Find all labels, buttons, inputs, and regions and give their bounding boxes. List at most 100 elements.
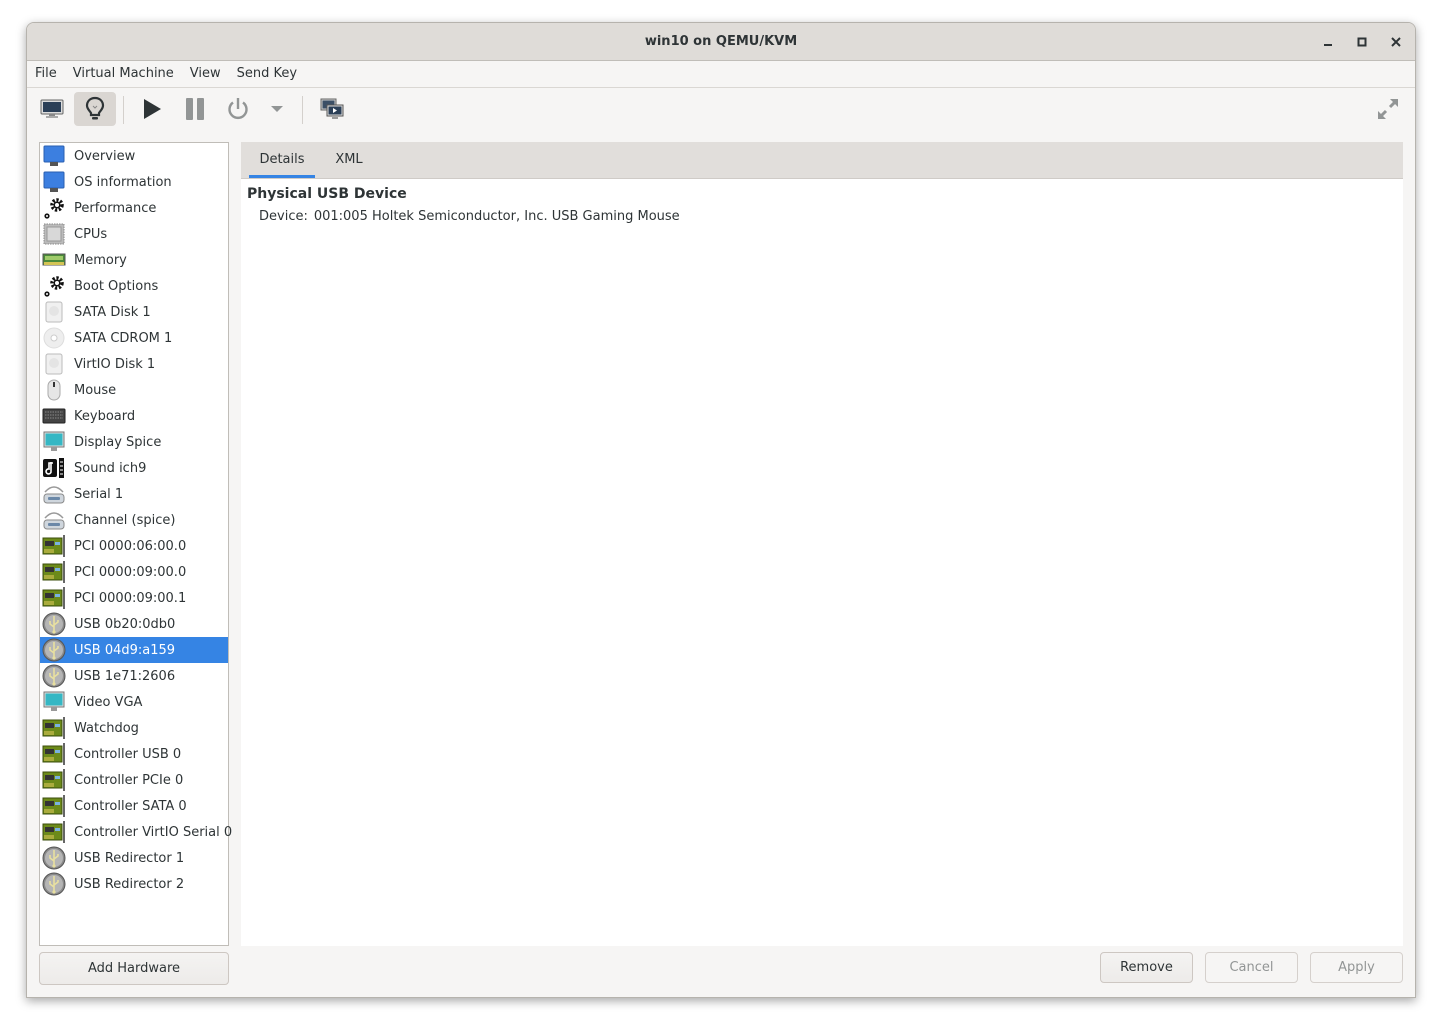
keyboard-icon [42,404,66,428]
gears-icon [42,274,66,298]
details-tabbar: Details XML [241,142,1403,179]
hardware-list-item[interactable]: Display Spice [40,429,228,455]
vm-details-window: win10 on QEMU/KVM File Virtual Machine V… [26,22,1416,998]
hardware-list-item-label: USB 04d9:a159 [74,642,176,658]
hardware-list-item[interactable]: Keyboard [40,403,228,429]
snapshots-icon [320,98,344,119]
hardware-list-item[interactable]: USB Redirector 2 [40,871,228,897]
hardware-list-item-label: Controller VirtIO Serial 0 [74,824,233,840]
device-value: 001:005 Holtek Semiconductor, Inc. USB G… [313,209,680,224]
sound-icon [42,456,66,480]
hardware-list-item-label: PCI 0000:09:00.1 [74,590,187,606]
hardware-list-item[interactable]: Controller VirtIO Serial 0 [40,819,232,845]
monitor-icon [42,144,66,168]
hardware-list-item-label: USB Redirector 2 [74,876,185,892]
menu-virtual-machine[interactable]: Virtual Machine [65,61,182,87]
hardware-list-item[interactable]: CPUs [40,221,228,247]
hardware-list-item[interactable]: PCI 0000:09:00.1 [40,585,228,611]
window-title: win10 on QEMU/KVM [644,34,798,49]
hardware-list-item[interactable]: Serial 1 [40,481,228,507]
menu-view[interactable]: View [182,61,229,87]
minimize-icon [1324,43,1332,46]
hardware-list-item[interactable]: USB 04d9:a159 [40,637,228,663]
hardware-list-item[interactable]: OS information [40,169,228,195]
serial-icon [42,508,66,532]
hardware-list-item[interactable]: PCI 0000:09:00.0 [40,559,228,585]
menu-send-key[interactable]: Send Key [229,61,305,87]
hardware-list-item-label: Boot Options [74,278,159,294]
usb-icon [42,638,66,662]
remove-button[interactable]: Remove [1100,952,1193,983]
cancel-button[interactable]: Cancel [1205,952,1298,983]
hardware-list-item[interactable]: USB Redirector 1 [40,845,228,871]
run-button[interactable] [131,92,173,126]
minimize-button[interactable] [1313,23,1343,60]
hardware-list-item[interactable]: USB 1e71:2606 [40,663,228,689]
display-icon [42,430,66,454]
shutdown-button[interactable] [217,92,259,126]
add-hardware-button[interactable]: Add Hardware [39,952,229,985]
hardware-list-item-label: Video VGA [74,694,143,710]
toolbar-separator [302,96,303,124]
hardware-list-item[interactable]: Sound ich9 [40,455,228,481]
toolbar-separator [123,96,124,124]
pci-card-icon [42,794,66,818]
hardware-list-item[interactable]: Mouse [40,377,228,403]
hardware-list-item-label: Display Spice [74,434,162,450]
hardware-list-item[interactable]: Channel (spice) [40,507,228,533]
hardware-list-item[interactable]: PCI 0000:06:00.0 [40,533,228,559]
maximize-button[interactable] [1347,23,1377,60]
hardware-list-item[interactable]: Performance [40,195,228,221]
fullscreen-button[interactable] [1367,92,1409,126]
hardware-list-item[interactable]: Controller SATA 0 [40,793,228,819]
hardware-list-item-label: CPUs [74,226,108,242]
pci-card-icon [42,586,66,610]
hardware-list-item[interactable]: USB 0b20:0db0 [40,611,228,637]
hardware-list-item-label: Performance [74,200,157,216]
pci-card-icon [42,560,66,584]
hardware-list-item-label: Overview [74,148,136,164]
tab-xml[interactable]: XML [323,142,375,178]
hardware-list-item-label: Controller PCIe 0 [74,772,184,788]
pci-card-icon [42,534,66,558]
pause-button[interactable] [174,92,216,126]
hardware-list-item-label: Keyboard [74,408,136,424]
hardware-list-item-label: Sound ich9 [74,460,147,476]
hardware-list-item-label: Serial 1 [74,486,124,502]
usb-icon [42,612,66,636]
titlebar[interactable]: win10 on QEMU/KVM [27,23,1415,61]
cpu-icon [42,222,66,246]
hardware-list-item-label: PCI 0000:09:00.0 [74,564,187,580]
hardware-list-item[interactable]: Boot Options [40,273,228,299]
snapshots-button[interactable] [311,92,353,126]
hardware-list-item[interactable]: Memory [40,247,228,273]
disk-icon [42,300,66,324]
cdrom-icon [42,326,66,350]
hardware-list-item[interactable]: Video VGA [40,689,228,715]
gears-icon [42,196,66,220]
hardware-list-item[interactable]: Controller USB 0 [40,741,228,767]
close-icon [1391,36,1401,47]
hardware-list-item[interactable]: Controller PCIe 0 [40,767,228,793]
hardware-list-item[interactable]: VirtIO Disk 1 [40,351,228,377]
menu-file[interactable]: File [27,61,65,87]
hardware-list-item[interactable]: SATA CDROM 1 [40,325,228,351]
pause-icon [186,98,204,120]
hardware-list-item[interactable]: Overview [40,143,228,169]
details-button[interactable] [74,92,116,126]
disk-icon [42,352,66,376]
tab-details[interactable]: Details [249,142,315,178]
console-button[interactable] [31,92,73,126]
hardware-list-item[interactable]: Watchdog [40,715,228,741]
menubar: File Virtual Machine View Send Key [27,61,1415,88]
shutdown-menu-button[interactable] [255,92,299,126]
memory-icon [42,248,66,272]
hardware-list-item[interactable]: SATA Disk 1 [40,299,228,325]
hardware-list[interactable]: Overview OS information Performance CPUs Mem… [39,142,232,946]
mouse-icon [42,378,66,402]
apply-button[interactable]: Apply [1310,952,1403,983]
hardware-list-item-label: USB 0b20:0db0 [74,616,176,632]
hardware-list-item-label: VirtIO Disk 1 [74,356,156,372]
hardware-list-item-label: Channel (spice) [74,512,176,528]
close-button[interactable] [1381,23,1411,60]
